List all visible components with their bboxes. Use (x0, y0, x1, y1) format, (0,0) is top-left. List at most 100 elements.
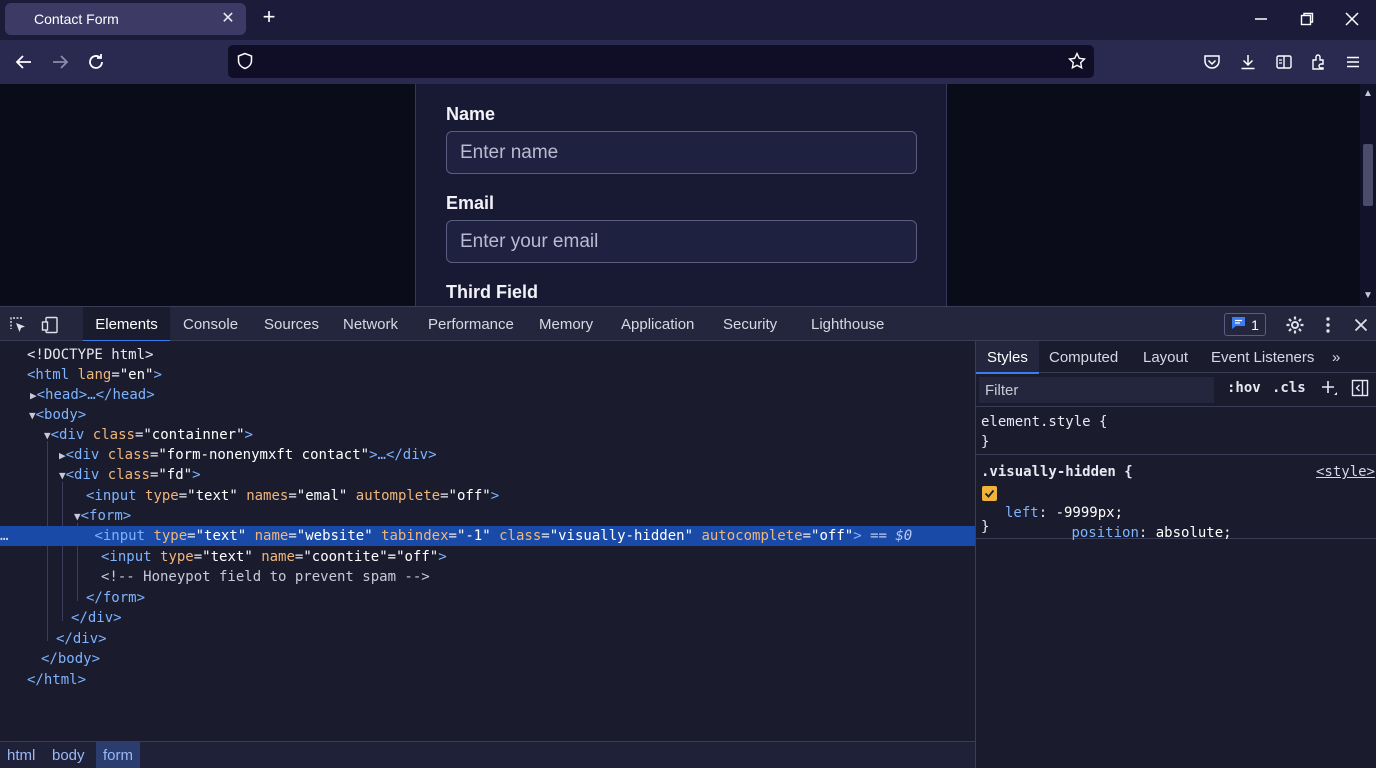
device-toolbar-icon[interactable] (39, 314, 61, 336)
rule-selector[interactable]: .visually-hidden { (981, 462, 1133, 482)
tab-event-listeners[interactable]: Event Listeners (1211, 341, 1314, 373)
dom-node-form-close[interactable]: </form> (0, 588, 975, 608)
tab-memory[interactable]: Memory (539, 307, 593, 341)
menu-icon[interactable] (1341, 50, 1365, 74)
dom-node-body[interactable]: ▼<body> (0, 405, 975, 425)
dom-breadcrumbs: html body form (0, 741, 975, 768)
reader-view-icon[interactable] (1272, 50, 1296, 74)
reload-icon[interactable] (84, 50, 108, 74)
styles-filter-input[interactable]: Filter (979, 377, 1214, 403)
expand-triangle-icon[interactable]: ▶ (59, 449, 66, 462)
navigation-bar (0, 40, 1376, 84)
collapse-triangle-icon[interactable]: ▼ (44, 429, 51, 442)
message-icon (1231, 316, 1246, 333)
dom-node-div-close[interactable]: </div> (0, 629, 975, 649)
collapse-triangle-icon[interactable]: ▼ (74, 510, 81, 523)
checkbox-checked-icon[interactable] (982, 486, 997, 501)
page-scrollbar[interactable]: ▲ ▼ (1360, 84, 1376, 306)
dom-node-honeypot-input-selected[interactable]: … <input type="text" name="website" tabin… (0, 526, 975, 546)
third-field-label: Third Field (446, 282, 538, 302)
more-tabs-icon[interactable]: » (1332, 341, 1340, 373)
dom-node-head[interactable]: ▶<head>…</head> (0, 385, 975, 405)
element-style-close: } (981, 434, 990, 450)
dom-node-html-close[interactable]: </html> (0, 670, 975, 690)
contact-form: Name Enter name Email Enter your email T… (415, 84, 947, 306)
dom-node-comment[interactable]: <!-- Honeypot field to prevent spam --> (0, 567, 975, 587)
scroll-up-icon[interactable]: ▲ (1363, 89, 1373, 99)
pocket-icon[interactable] (1200, 50, 1224, 74)
styles-pane: Styles Computed Layout Event Listeners »… (975, 341, 1376, 768)
new-tab-button[interactable]: + (258, 6, 280, 30)
inspect-element-icon[interactable] (7, 314, 29, 336)
devtools-panel: Elements Console Sources Network Perform… (0, 306, 1376, 768)
dom-node-text-input[interactable]: <input type="text" name="coontite"="off"… (0, 547, 975, 567)
sidebar-tabs: Styles Computed Layout Event Listeners » (976, 341, 1376, 374)
element-style-selector[interactable]: element.style { (981, 412, 1107, 432)
element-style-rule: element.style { } (976, 407, 1376, 455)
breadcrumb-form[interactable]: form (96, 742, 140, 768)
node-actions-icon[interactable]: … (0, 528, 8, 544)
tab-styles[interactable]: Styles (976, 341, 1039, 374)
scroll-down-icon[interactable]: ▼ (1363, 291, 1373, 301)
collapse-triangle-icon[interactable]: ▼ (59, 469, 66, 482)
dom-node-fd-div[interactable]: ▼<div class="fd"> (0, 465, 975, 485)
declaration-left[interactable]: left: -9999px; (1005, 503, 1123, 523)
tab-performance[interactable]: Performance (428, 307, 514, 341)
breadcrumb-body[interactable]: body (45, 742, 92, 768)
tab-network[interactable]: Network (343, 307, 398, 341)
minimize-icon[interactable] (1248, 8, 1274, 30)
forward-arrow-icon[interactable] (48, 50, 72, 74)
tab-security[interactable]: Security (723, 307, 777, 341)
rule-source-link[interactable]: <style> (1316, 462, 1375, 482)
name-input[interactable]: Enter name (446, 131, 917, 174)
issues-counter-button[interactable]: 1 (1224, 313, 1266, 336)
extensions-icon[interactable] (1307, 50, 1331, 74)
expand-triangle-icon[interactable]: ▶ (30, 389, 37, 402)
restore-icon[interactable] (1294, 8, 1320, 30)
dom-node-html[interactable]: <html lang="en"> (0, 365, 975, 385)
dom-node-form-div[interactable]: ▶<div class="form-nonenymxft contact">…<… (0, 445, 975, 465)
hover-state-toggle[interactable]: :hov (1227, 380, 1261, 400)
declaration-position[interactable]: position: absolute; (976, 483, 1376, 541)
visually-hidden-rule: .visually-hidden { <style> position: abs… (976, 455, 1376, 541)
address-bar[interactable] (228, 45, 1094, 78)
shield-icon[interactable] (234, 50, 256, 72)
dom-node-doctype[interactable]: <!DOCTYPE html> (0, 345, 975, 365)
more-options-icon[interactable] (1317, 314, 1339, 336)
email-input[interactable]: Enter your email (446, 220, 917, 263)
settings-gear-icon[interactable] (1284, 314, 1306, 336)
dom-node-form[interactable]: ▼<form> (0, 506, 975, 526)
rule-close: } (981, 519, 990, 535)
browser-tab[interactable]: Contact Form ✕ (5, 3, 246, 35)
tab-computed[interactable]: Computed (1049, 341, 1118, 373)
tab-elements[interactable]: Elements (83, 307, 170, 342)
dom-node-body-close[interactable]: </body> (0, 649, 975, 669)
tab-application[interactable]: Application (621, 307, 694, 341)
elements-tree: <!DOCTYPE html> <html lang="en"> ▶<head>… (0, 341, 975, 741)
bookmark-star-icon[interactable] (1066, 50, 1088, 72)
close-devtools-icon[interactable] (1350, 314, 1372, 336)
tab-title: Contact Form (34, 11, 119, 27)
download-icon[interactable] (1236, 50, 1260, 74)
email-label: Email (446, 193, 495, 213)
back-arrow-icon[interactable] (12, 50, 36, 74)
title-bar: Contact Form ✕ + (0, 0, 1376, 40)
close-window-icon[interactable] (1339, 8, 1365, 30)
breadcrumb-html[interactable]: html (0, 742, 42, 768)
tab-layout[interactable]: Layout (1143, 341, 1188, 373)
toggle-sidebar-icon[interactable] (1351, 379, 1369, 399)
styles-filter-bar: Filter :hov .cls (976, 373, 1376, 407)
tab-console[interactable]: Console (183, 307, 238, 341)
class-toggle[interactable]: .cls (1272, 380, 1306, 400)
tab-lighthouse[interactable]: Lighthouse (811, 307, 884, 341)
selected-node-marker: == $0 (870, 528, 913, 544)
scrollbar-thumb[interactable] (1363, 144, 1373, 206)
issues-count: 1 (1251, 316, 1259, 333)
collapse-triangle-icon[interactable]: ▼ (29, 409, 36, 422)
dom-node-div-close[interactable]: </div> (0, 608, 975, 628)
dom-node-container-div[interactable]: ▼<div class="containner"> (0, 425, 975, 445)
dom-node-email-input[interactable]: <input type="text" names="emal" automple… (0, 486, 975, 506)
tab-sources[interactable]: Sources (264, 307, 319, 341)
close-tab-icon[interactable]: ✕ (219, 9, 237, 27)
new-style-rule-icon[interactable] (1320, 377, 1338, 397)
